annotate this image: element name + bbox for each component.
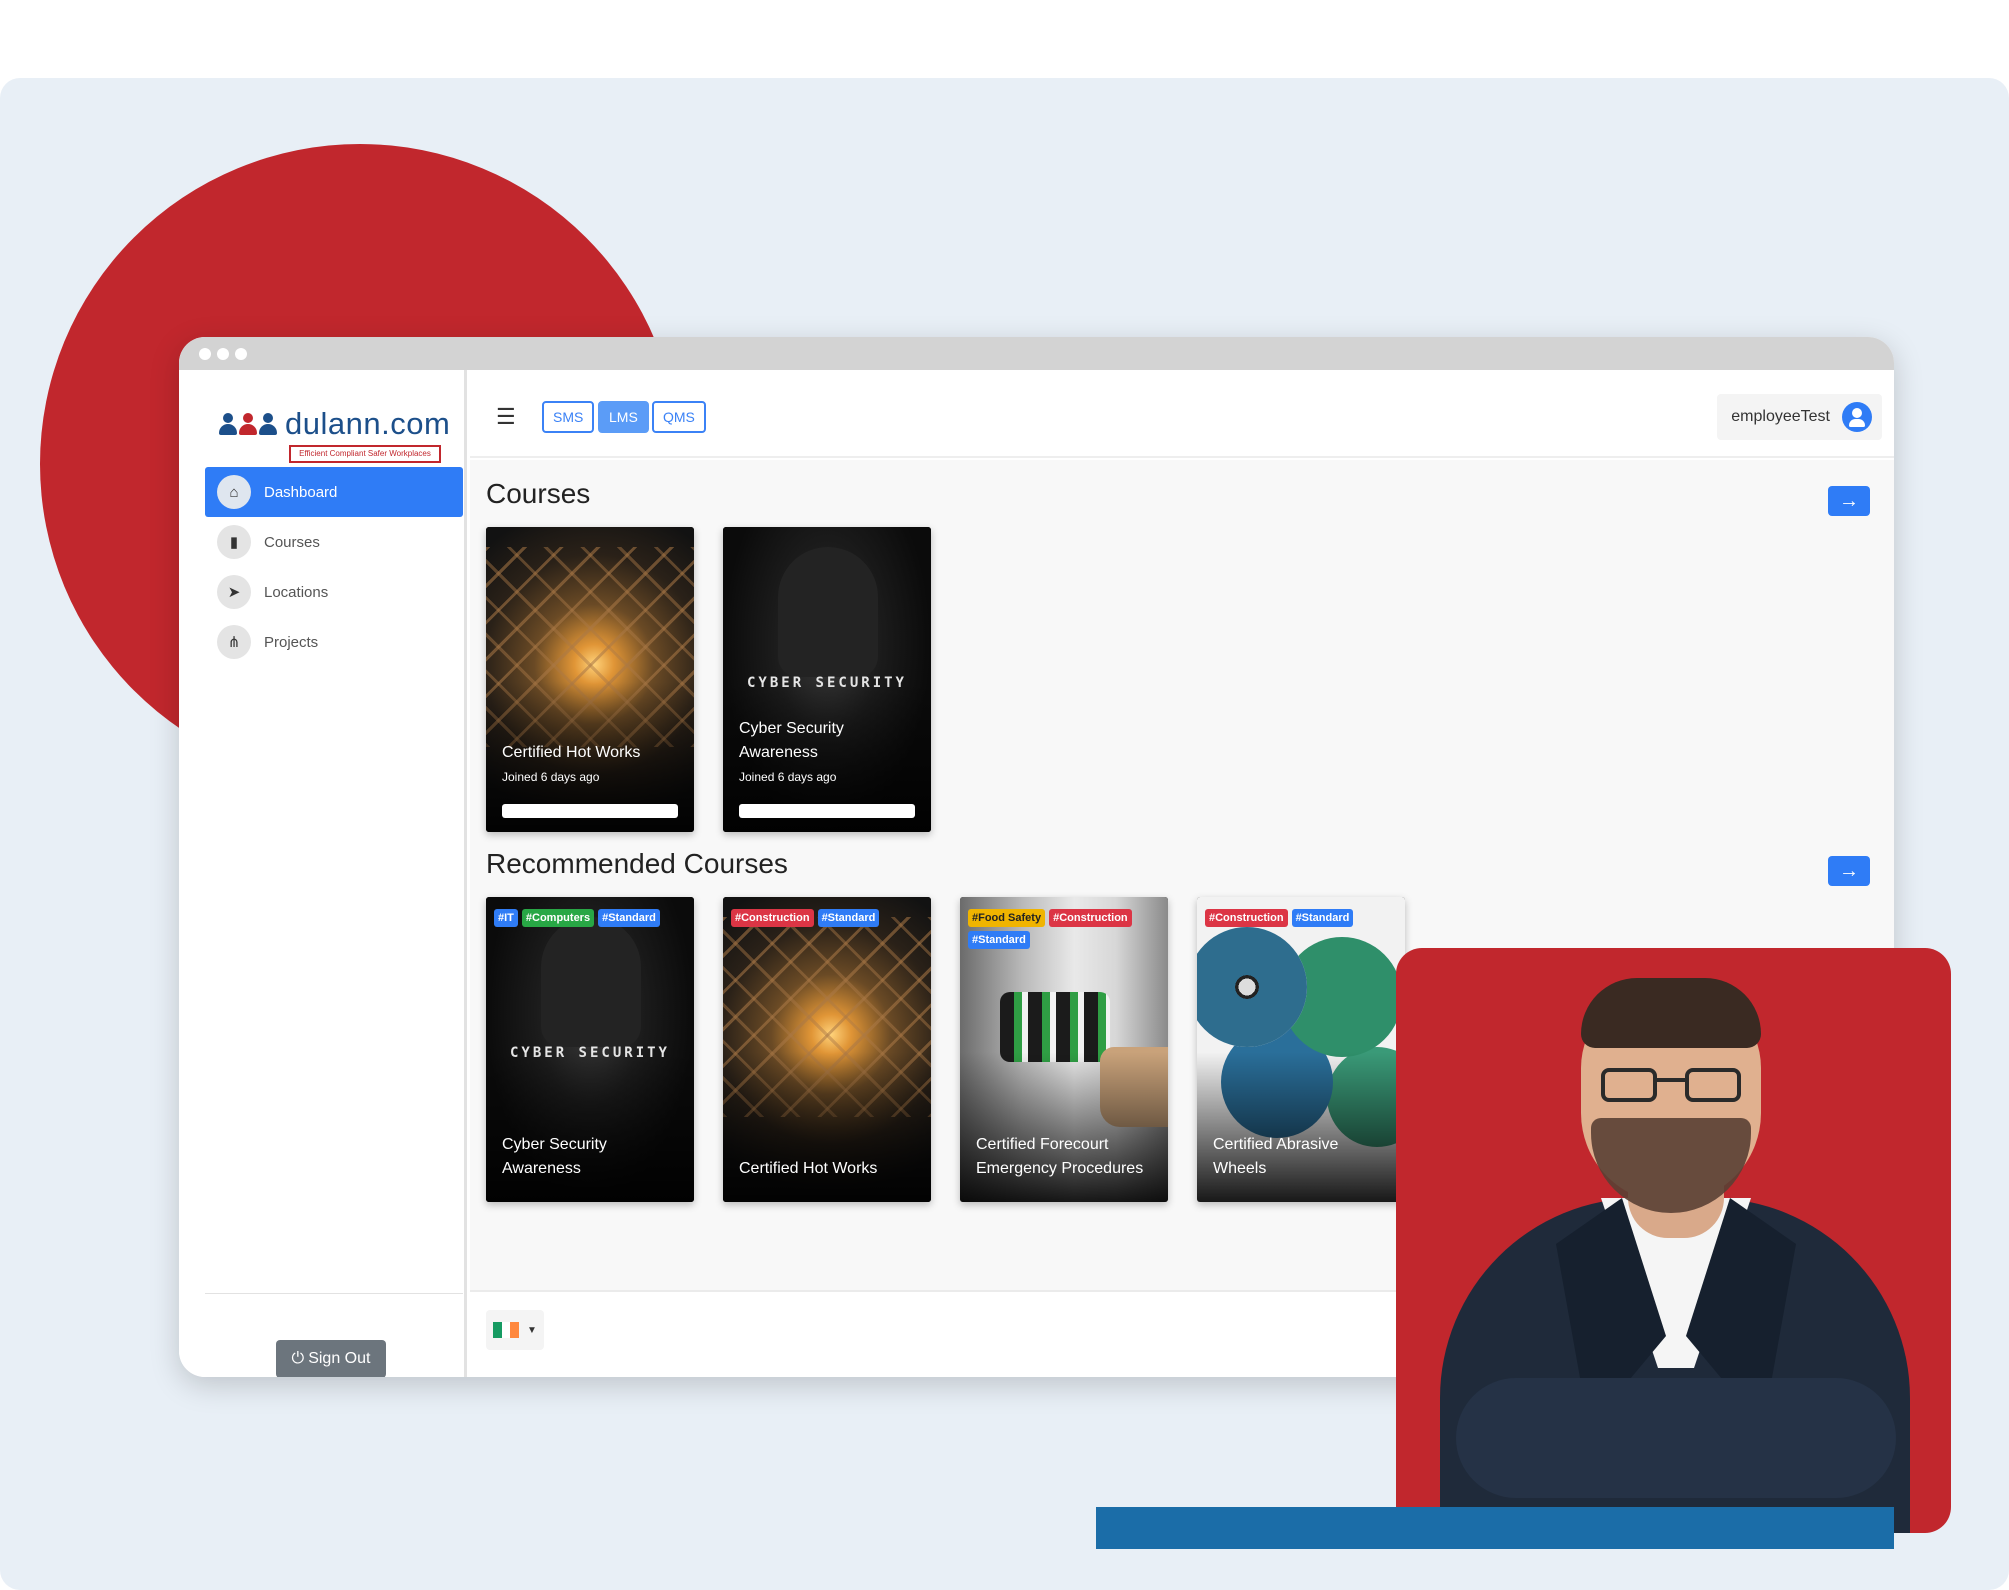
location-arrow-icon: ➤	[217, 575, 251, 609]
course-progress-bar	[739, 804, 915, 818]
power-icon: ⏻	[291, 1350, 305, 1367]
course-title: Certified Hot Works	[502, 744, 641, 761]
marketing-stage: dulann.com Efficient Compliant Safer Wor…	[0, 0, 2009, 1590]
sidebar-item-courses[interactable]: ▮ Courses	[205, 517, 463, 567]
course-tags: #Food Safety #Construction #Standard	[968, 909, 1160, 949]
sidebar-item-dashboard[interactable]: ⌂ Dashboard	[205, 467, 463, 517]
language-selector[interactable]: ▼	[486, 1310, 544, 1350]
book-icon: ▮	[217, 525, 251, 559]
recommended-view-all-button[interactable]: →	[1828, 856, 1870, 886]
tag-badge[interactable]: #Standard	[598, 909, 660, 927]
tag-badge[interactable]: #Standard	[817, 909, 880, 927]
user-avatar-icon	[1842, 402, 1872, 432]
course-tags: #IT #Computers #Standard	[494, 909, 686, 927]
course-title: Certified Abrasive Wheels	[1213, 1136, 1339, 1177]
sidebar-item-label: Dashboard	[264, 483, 338, 501]
sidebar-item-projects[interactable]: ⋔ Projects	[205, 617, 463, 667]
sidebar-item-label: Courses	[264, 533, 320, 551]
decorative-blue-bar	[1096, 1507, 1894, 1549]
home-icon: ⌂	[217, 475, 251, 509]
course-title: Certified Forecourt Emergency Procedures	[976, 1136, 1144, 1177]
sidebar-item-label: Locations	[264, 583, 329, 601]
tag-badge[interactable]: #Food Safety	[968, 909, 1046, 927]
module-button-lms[interactable]: LMS	[598, 401, 649, 433]
course-joined-date: Joined 6 days ago	[739, 770, 837, 784]
arrow-right-icon: →	[1839, 860, 1859, 882]
brand-logo[interactable]: dulann.com	[219, 406, 450, 442]
course-tags: #Construction #Standard	[731, 909, 923, 927]
tag-badge[interactable]: #Computers	[521, 909, 595, 927]
module-button-sms[interactable]: SMS	[542, 401, 595, 433]
hamburger-menu-icon[interactable]: ☰	[496, 404, 516, 430]
arrow-right-icon: →	[1839, 490, 1859, 512]
ireland-flag-icon	[493, 1322, 520, 1338]
course-card-hot-works[interactable]: Certified Hot Works Joined 6 days ago	[486, 527, 694, 832]
sign-out-label: Sign Out	[308, 1350, 371, 1367]
sidebar-item-locations[interactable]: ➤ Locations	[205, 567, 463, 617]
sidebar: dulann.com Efficient Compliant Safer Wor…	[179, 370, 467, 1377]
recommended-card-abrasive-wheels[interactable]: #Construction #Standard Certified Abrasi…	[1197, 897, 1405, 1202]
recommended-card-hot-works[interactable]: #Construction #Standard Certified Hot Wo…	[723, 897, 931, 1202]
tag-badge[interactable]: #Construction	[731, 909, 814, 927]
brand-tagline: Efficient Compliant Safer Workplaces	[289, 445, 441, 463]
course-tags: #Construction #Standard	[1205, 909, 1397, 927]
tag-badge[interactable]: #Construction	[1205, 909, 1288, 927]
course-card-cyber-security[interactable]: CYBER SECURITY Cyber Security Awareness …	[723, 527, 931, 832]
course-title: Cyber Security Awareness	[739, 720, 844, 761]
courses-section-title: Courses	[486, 478, 591, 509]
recommended-section-title: Recommended Courses	[486, 848, 788, 879]
sign-out-button[interactable]: ⏻ Sign Out	[276, 1340, 386, 1377]
course-progress-bar	[502, 804, 678, 818]
tag-badge[interactable]: #Standard	[968, 931, 1030, 949]
window-dots	[199, 348, 247, 360]
tag-badge[interactable]: #Standard	[1291, 909, 1354, 927]
module-button-qms[interactable]: QMS	[652, 401, 706, 433]
brand-name: dulann.com	[285, 406, 451, 441]
caret-down-icon: ▼	[527, 1324, 537, 1336]
portrait-photo	[1396, 948, 1951, 1533]
portrait-panel	[1396, 948, 1951, 1533]
courses-view-all-button[interactable]: →	[1828, 486, 1870, 516]
sidebar-footer-divider	[205, 1293, 463, 1294]
course-title: Cyber Security Awareness	[502, 1136, 607, 1177]
recommended-card-forecourt[interactable]: #Food Safety #Construction #Standard Cer…	[960, 897, 1168, 1202]
username: employeeTest	[1731, 408, 1830, 425]
tag-badge[interactable]: #IT	[494, 909, 518, 927]
course-title: Certified Hot Works	[739, 1160, 878, 1177]
sidebar-item-label: Projects	[264, 633, 319, 651]
project-diagram-icon: ⋔	[217, 625, 251, 659]
people-logo-icon	[219, 413, 277, 435]
tag-badge[interactable]: #Construction	[1049, 909, 1132, 927]
browser-title-bar	[179, 337, 1894, 370]
recommended-card-cyber-security[interactable]: CYBER SECURITY #IT #Computers #Standard …	[486, 897, 694, 1202]
course-joined-date: Joined 6 days ago	[502, 770, 600, 784]
top-navbar: ☰ SMS LMS QMS employeeTest	[470, 370, 1894, 458]
user-menu[interactable]: employeeTest	[1717, 394, 1882, 440]
